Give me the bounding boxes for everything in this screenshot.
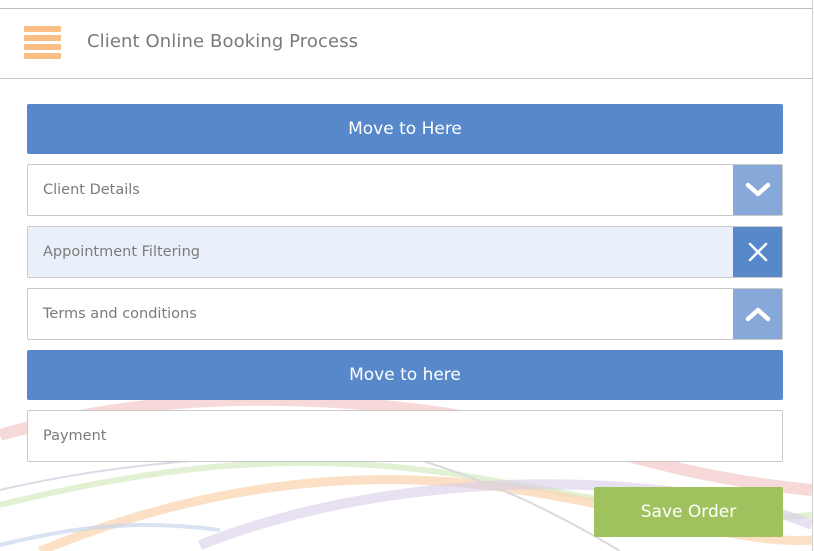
page-title: Client Online Booking Process [87, 31, 359, 52]
move-to-here-bottom-button[interactable]: Move to here [27, 350, 783, 400]
hamburger-menu-icon[interactable] [24, 24, 61, 62]
move-to-here-top-button[interactable]: Move to Here [27, 104, 783, 154]
chevron-up-icon[interactable] [733, 289, 782, 339]
save-order-button[interactable]: Save Order [594, 487, 783, 537]
step-terms-and-conditions[interactable]: Terms and conditions [27, 288, 783, 340]
step-payment-label: Payment [43, 428, 107, 444]
step-appointment-filtering-label: Appointment Filtering [43, 244, 200, 260]
step-appointment-filtering[interactable]: Appointment Filtering [27, 226, 783, 278]
app-header: Client Online Booking Process [0, 9, 812, 79]
close-icon[interactable] [733, 227, 782, 277]
step-client-details-label: Client Details [43, 182, 140, 198]
step-terms-label: Terms and conditions [43, 306, 197, 322]
right-border-line [812, 0, 813, 551]
step-client-details[interactable]: Client Details [27, 164, 783, 216]
step-payment[interactable]: Payment [27, 410, 783, 462]
chevron-down-icon[interactable] [733, 165, 782, 215]
